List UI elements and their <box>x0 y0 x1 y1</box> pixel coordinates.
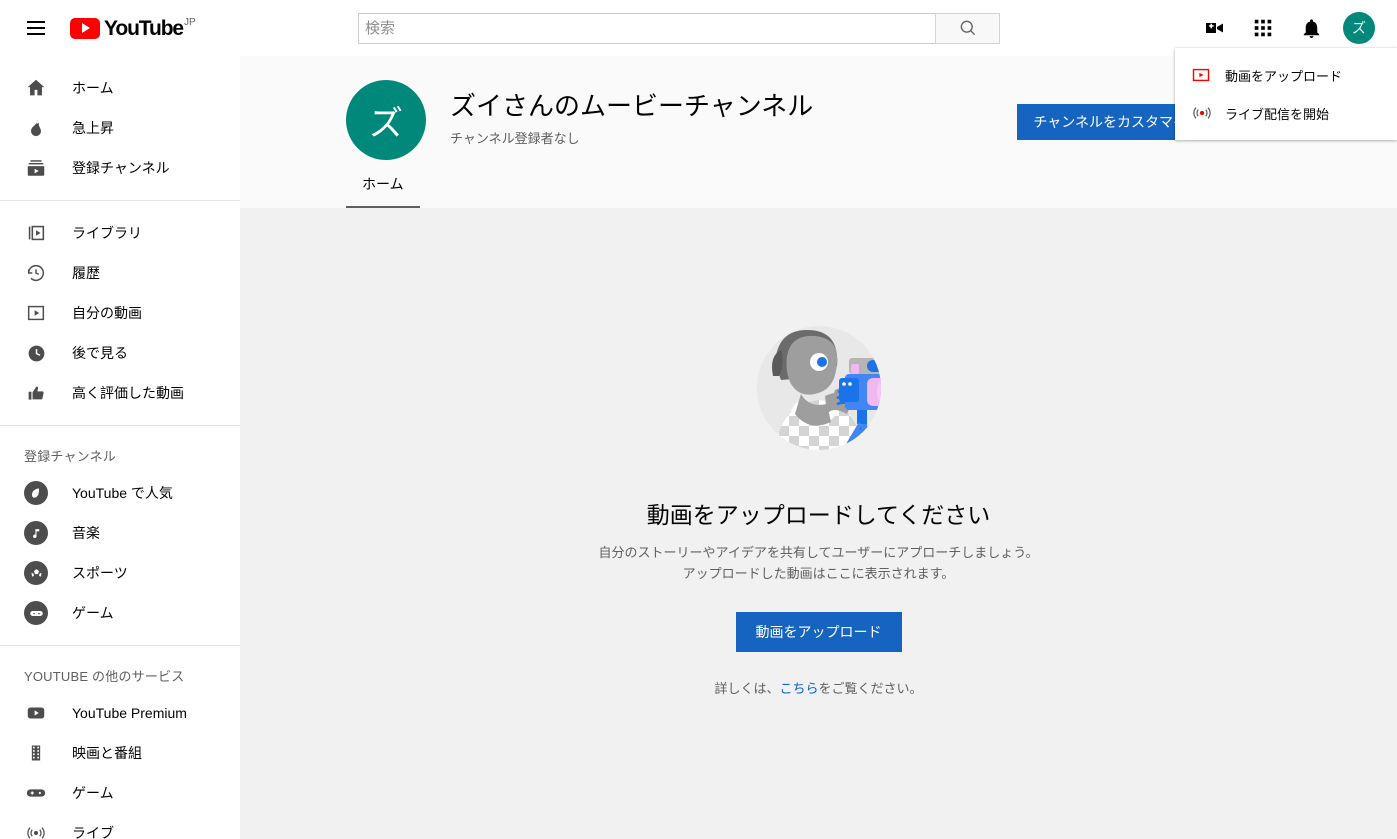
youtube-logo[interactable]: YouTube JP <box>70 16 196 40</box>
sidebar-item-history[interactable]: 履歴 <box>0 253 240 293</box>
upload-video-button[interactable]: 動画をアップロード <box>735 612 902 652</box>
sidebar-item-gaming[interactable]: ゲーム <box>0 593 240 633</box>
masthead: YouTube JP 検索 ズ 動画をアップロード ライブ配信を開始 <box>0 0 1397 140</box>
sidebar-item-label: 自分の動画 <box>72 305 142 321</box>
dropdown-item-upload-video[interactable]: 動画をアップロード <box>1175 56 1397 94</box>
my-videos-icon <box>24 301 48 325</box>
sidebar-section-more-from-youtube: YOUTUBE の他のサービス YouTube Premium 映画と番組 ゲー… <box>0 646 240 839</box>
notifications-bell-icon[interactable] <box>1291 8 1331 48</box>
sidebar-item-sports[interactable]: スポーツ <box>0 553 240 593</box>
youtube-play-icon <box>70 17 100 39</box>
sidebar-item-gaming-service[interactable]: ゲーム <box>0 773 240 813</box>
learn-more-prefix: 詳しくは、 <box>714 681 780 696</box>
sidebar-item-label: 履歴 <box>72 265 100 281</box>
masthead-right: ズ <box>1195 8 1397 48</box>
film-strip-icon <box>24 741 48 765</box>
home-icon <box>24 76 48 100</box>
sidebar-item-label: 高く評価した動画 <box>72 385 184 401</box>
search-bar <box>358 12 1000 44</box>
apps-grid-icon[interactable] <box>1243 8 1283 48</box>
sidebar-item-label: 後で見る <box>72 345 128 361</box>
sidebar[interactable]: ホーム 急上昇 登録チャンネル ライブラリ 履歴 自分の動画 後で見る 高く評価… <box>0 56 240 839</box>
youtube-premium-icon <box>24 701 48 725</box>
music-note-icon <box>24 521 48 545</box>
youtube-country-code: JP <box>184 16 196 28</box>
sidebar-item-music[interactable]: 音楽 <box>0 513 240 553</box>
masthead-left: YouTube JP <box>0 8 240 48</box>
empty-state-title: 動画をアップロードしてください <box>646 502 991 528</box>
channel-content: 動画をアップロードしてください 自分のストーリーやアイデアを共有してユーザーにア… <box>240 208 1397 839</box>
channel-avatar[interactable]: ズ <box>346 80 426 160</box>
channel-tabs: ホーム <box>346 160 420 208</box>
sidebar-item-library[interactable]: ライブラリ <box>0 213 240 253</box>
youtube-logo-text: YouTube <box>104 16 184 40</box>
sidebar-item-label: 映画と番組 <box>72 745 142 761</box>
sidebar-item-label: YouTube で人気 <box>72 485 173 501</box>
popular-on-youtube-icon <box>24 481 48 505</box>
channel-info: ズイさんのムービーチャンネル チャンネル登録者なし <box>450 80 813 147</box>
empty-state-description: 自分のストーリーやアイデアを共有してユーザーにアプローチしましょう。 アップロー… <box>599 542 1039 584</box>
sidebar-item-watch-later[interactable]: 後で見る <box>0 333 240 373</box>
sidebar-item-label: ゲーム <box>72 785 114 801</box>
sports-ball-icon <box>24 561 48 585</box>
dropdown-item-start-live[interactable]: ライブ配信を開始 <box>1175 94 1397 132</box>
search-icon <box>960 20 975 36</box>
account-avatar[interactable]: ズ <box>1343 12 1375 44</box>
live-broadcast-icon <box>1191 103 1221 123</box>
sidebar-item-home[interactable]: ホーム <box>0 68 240 108</box>
sidebar-item-popular-on-youtube[interactable]: YouTube で人気 <box>0 473 240 513</box>
sidebar-item-label: スポーツ <box>72 565 128 581</box>
sidebar-item-movies-shows[interactable]: 映画と番組 <box>0 733 240 773</box>
sidebar-item-label: ゲーム <box>72 605 114 621</box>
learn-more-suffix: をご覧ください。 <box>818 681 923 696</box>
channel-subscriber-count: チャンネル登録者なし <box>450 131 580 146</box>
dropdown-item-label: 動画をアップロード <box>1225 68 1343 84</box>
sidebar-item-label: 音楽 <box>72 525 100 541</box>
library-icon <box>24 221 48 245</box>
learn-more-link[interactable]: こちら <box>779 681 818 696</box>
sidebar-section-title: YOUTUBE の他のサービス <box>24 669 185 684</box>
sidebar-item-my-videos[interactable]: 自分の動画 <box>0 293 240 333</box>
masthead-center <box>240 12 1195 44</box>
sidebar-section-title: 登録チャンネル <box>24 449 117 464</box>
upload-video-icon <box>1191 65 1221 85</box>
dropdown-item-label: ライブ配信を開始 <box>1225 106 1330 122</box>
learn-more-text: 詳しくは、こちらをご覧ください。 <box>714 678 922 697</box>
sidebar-item-label: ライブラリ <box>72 225 142 241</box>
empty-state-desc-line-1: 自分のストーリーやアイデアを共有してユーザーにアプローチしましょう。 <box>598 545 1039 560</box>
sidebar-item-live[interactable]: ライブ <box>0 813 240 839</box>
search-input[interactable] <box>358 12 935 44</box>
channel-title: ズイさんのムービーチャンネル <box>450 91 814 121</box>
history-clock-icon <box>24 261 48 285</box>
sidebar-item-label: 登録チャンネル <box>72 160 170 176</box>
sidebar-item-label: YouTube Premium <box>72 705 187 721</box>
sidebar-item-liked-videos[interactable]: 高く評価した動画 <box>0 373 240 413</box>
sidebar-section-subscriptions: 登録チャンネル YouTube で人気 音楽 スポーツ ゲーム <box>0 426 240 646</box>
sidebar-item-subscriptions[interactable]: 登録チャンネル <box>0 148 240 188</box>
sidebar-section-main: ホーム 急上昇 登録チャンネル <box>0 56 240 201</box>
youtube-channel-page: YouTube JP 検索 ズ 動画をアップロード ライブ配信を開始 ホーム 急… <box>0 0 1397 839</box>
trending-fire-icon <box>24 116 48 140</box>
person-with-video-camera-illustration <box>739 306 899 466</box>
subscriptions-icon <box>24 156 48 180</box>
sidebar-item-youtube-premium[interactable]: YouTube Premium <box>0 693 240 733</box>
sidebar-item-label: ライブ <box>72 825 114 839</box>
sidebar-section-library: ライブラリ 履歴 自分の動画 後で見る 高く評価した動画 <box>0 201 240 426</box>
live-broadcast-icon <box>24 821 48 839</box>
gaming-controller-icon <box>24 601 48 625</box>
sidebar-item-trending[interactable]: 急上昇 <box>0 108 240 148</box>
gaming-controller-icon <box>24 781 48 805</box>
hamburger-menu-icon[interactable] <box>16 8 56 48</box>
watch-later-clock-icon <box>24 341 48 365</box>
thumbs-up-icon <box>24 381 48 405</box>
sidebar-item-label: ホーム <box>72 80 114 96</box>
tab-home[interactable]: ホーム <box>346 160 420 208</box>
create-dropdown-menu: 動画をアップロード ライブ配信を開始 <box>1175 48 1397 140</box>
search-button[interactable] <box>935 12 1000 44</box>
create-video-icon[interactable] <box>1195 8 1235 48</box>
empty-state-desc-line-2: アップロードした動画はここに表示されます。 <box>682 566 955 581</box>
sidebar-item-label: 急上昇 <box>72 120 114 136</box>
